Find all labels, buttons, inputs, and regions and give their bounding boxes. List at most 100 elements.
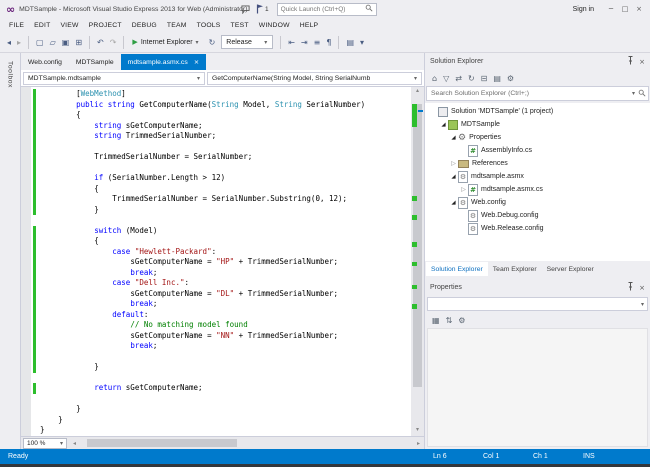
scrollbar-thumb[interactable] — [87, 439, 237, 447]
properties-object-dropdown[interactable] — [427, 297, 648, 311]
menu-item-file[interactable]: FILE — [4, 22, 29, 29]
document-tab-web-config[interactable]: Web.config — [21, 54, 69, 70]
menu-item-tools[interactable]: TOOLS — [192, 22, 226, 29]
open-file-icon[interactable]: ▱ — [50, 38, 56, 47]
menu-item-edit[interactable]: EDIT — [29, 22, 55, 29]
property-pages-icon[interactable]: ⚙ — [458, 316, 465, 325]
panel-tab-server-explorer[interactable]: Server Explorer — [542, 262, 599, 276]
scrollbar-track[interactable] — [411, 97, 424, 426]
maximize-button[interactable]: □ — [618, 5, 632, 13]
menu-item-team[interactable]: TEAM — [162, 22, 192, 29]
tree-item-web-release-config[interactable]: ⚙Web.Release.config — [425, 222, 650, 235]
expander-icon[interactable]: ▷ — [449, 160, 458, 167]
menu-item-test[interactable]: TEST — [226, 22, 254, 29]
find-in-files-icon[interactable]: ▤ — [346, 38, 354, 47]
solution-configurations-dropdown[interactable]: Release — [221, 35, 273, 49]
scroll-up-icon[interactable] — [411, 87, 424, 97]
tree-item-mdtsample-asmx-cs[interactable]: ▷#mdtsample.asmx.cs — [425, 183, 650, 196]
menu-item-window[interactable]: WINDOW — [254, 22, 295, 29]
zoom-dropdown[interactable]: 100 % — [23, 438, 67, 449]
properties-icon[interactable]: ⚙ — [507, 74, 514, 83]
document-tab-mdtsample[interactable]: MDTSample — [69, 54, 121, 70]
undo-icon[interactable]: ↶ — [97, 38, 104, 47]
solution-explorer-search-input[interactable]: Search Solution Explorer (Ctrl+;) — [426, 86, 649, 101]
quick-launch-input[interactable]: Quick Launch (Ctrl+Q) — [277, 3, 377, 16]
code-line: break; — [31, 299, 411, 310]
pin-icon[interactable] — [627, 282, 634, 293]
expander-icon[interactable]: ◢ — [449, 200, 458, 206]
tree-item-mdtsample[interactable]: ◢MDTSample — [425, 118, 650, 131]
change-tracking-bar — [33, 320, 36, 331]
notifications-flag-icon[interactable]: 1 — [256, 4, 269, 14]
types-dropdown[interactable]: MDTSample.mdtsample — [23, 72, 205, 85]
tree-item-web-config[interactable]: ◢⚙Web.config — [425, 196, 650, 209]
right-panel: Solution Explorer × ⌂ ▽ ⇄ ↻ ⊟ ▤ ⚙ Search Solut… — [424, 53, 650, 449]
refresh-icon[interactable]: ↻ — [468, 74, 475, 83]
pin-icon[interactable] — [627, 56, 634, 67]
show-all-files-icon[interactable]: ▤ — [493, 74, 501, 83]
members-dropdown[interactable]: GetComputerName(String Model, String Ser… — [207, 72, 422, 85]
comment-icon[interactable]: ≡ — [314, 38, 321, 47]
expander-icon[interactable]: ◢ — [439, 122, 448, 128]
minimize-button[interactable]: ─ — [604, 5, 618, 13]
filter-icon[interactable]: ▽ — [443, 74, 449, 83]
expander-icon[interactable]: ◢ — [449, 135, 458, 141]
alphabetical-icon[interactable]: ⇅ — [446, 316, 453, 325]
change-tracking-bar — [33, 247, 36, 258]
tree-item-mdtsample-asmx[interactable]: ◢⚙mdtsample.asmx — [425, 170, 650, 183]
tree-item-assemblyinfo-cs[interactable]: #AssemblyInfo.cs — [425, 144, 650, 157]
menu-item-project[interactable]: PROJECT — [84, 22, 127, 29]
breakpoint-margin[interactable] — [21, 87, 31, 436]
panel-title: Properties — [430, 284, 462, 291]
play-icon: ▶ — [132, 38, 137, 46]
categorized-icon[interactable]: ▦ — [432, 316, 440, 325]
toolbar-overflow-icon[interactable]: ▾ — [360, 38, 364, 47]
tree-item-properties[interactable]: ◢⚙Properties — [425, 131, 650, 144]
expander-icon[interactable]: ◢ — [449, 174, 458, 180]
collapse-all-icon[interactable]: ⊟ — [481, 74, 488, 83]
menu-item-debug[interactable]: DEBUG — [127, 22, 162, 29]
code-editor[interactable]: [WebMethod] public string GetComputerNam… — [21, 87, 424, 436]
scrollbar-track[interactable] — [80, 437, 413, 449]
navigate-backward-icon[interactable]: ◂ — [7, 38, 11, 47]
uncomment-icon[interactable]: ¶ — [326, 38, 331, 47]
panel-tab-team-explorer[interactable]: Team Explorer — [488, 262, 542, 276]
code-line: } — [31, 362, 411, 373]
close-tab-icon[interactable]: × — [194, 58, 199, 66]
code-line: if (SerialNumber.Length > 12) — [31, 173, 411, 184]
menu-item-view[interactable]: VIEW — [55, 22, 83, 29]
document-tab-mdtsample-asmx-cs[interactable]: mdtsample.asmx.cs× — [121, 54, 207, 70]
indent-icon[interactable]: ⇥ — [301, 38, 308, 47]
sign-in-button[interactable]: Sign in — [573, 6, 594, 13]
sync-with-active-document-icon[interactable]: ⇄ — [455, 74, 462, 83]
scroll-left-icon[interactable] — [69, 440, 80, 447]
outdent-icon[interactable]: ⇤ — [288, 38, 295, 47]
code-text: break; — [40, 299, 157, 310]
menu-item-help[interactable]: HELP — [295, 22, 324, 29]
scroll-right-icon[interactable] — [413, 440, 424, 447]
tree-item-solution-mdtsample-1-project[interactable]: Solution 'MDTSample' (1 project) — [425, 105, 650, 118]
navigate-forward-icon[interactable]: ▸ — [17, 38, 21, 47]
home-icon[interactable]: ⌂ — [432, 74, 437, 83]
close-panel-icon[interactable]: × — [639, 58, 645, 66]
panel-tab-solution-explorer[interactable]: Solution Explorer — [426, 262, 488, 276]
change-tracking-bar — [33, 278, 36, 289]
tree-item-web-debug-config[interactable]: ⚙Web.Debug.config — [425, 209, 650, 222]
close-panel-icon[interactable]: × — [639, 284, 645, 292]
horizontal-scrollbar[interactable]: 100 % — [21, 436, 424, 449]
feedback-icon[interactable] — [241, 5, 250, 14]
expander-icon[interactable]: ▷ — [459, 186, 468, 193]
start-debugging-button[interactable]: ▶ Internet Explorer — [128, 34, 205, 50]
redo-icon[interactable]: ↷ — [110, 38, 117, 47]
close-button[interactable]: × — [632, 5, 646, 13]
scroll-down-icon[interactable] — [411, 426, 424, 436]
toolbox-panel-tab[interactable]: Toolbox — [0, 53, 21, 449]
new-file-icon[interactable]: ▢ — [36, 38, 44, 47]
vertical-scrollbar[interactable] — [411, 87, 424, 436]
code-area[interactable]: [WebMethod] public string GetComputerNam… — [31, 87, 411, 436]
save-all-icon[interactable]: ⊞ — [75, 38, 82, 47]
save-icon[interactable]: ▣ — [62, 38, 70, 47]
refresh-icon[interactable]: ↻ — [209, 38, 216, 47]
tree-item-references[interactable]: ▷References — [425, 157, 650, 170]
change-mark — [412, 285, 417, 290]
